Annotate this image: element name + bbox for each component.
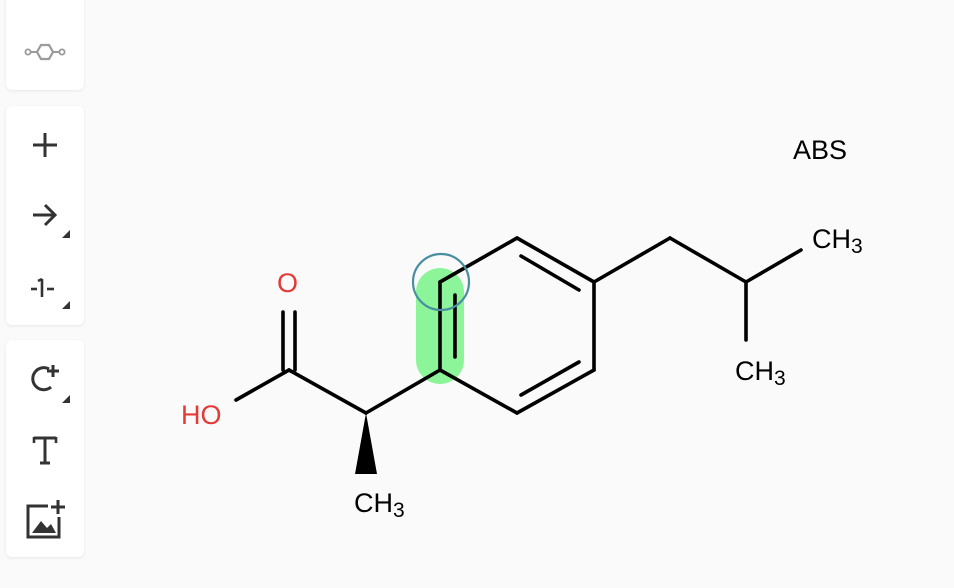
drawing-canvas[interactable]: O HO CH3 CH3 CH3 ABS	[0, 0, 954, 588]
methyl-label-right-bottom[interactable]: CH3	[735, 356, 786, 390]
double-bond-inner	[519, 360, 581, 397]
ring-bond[interactable]	[438, 236, 519, 284]
chain-bond[interactable]	[592, 236, 672, 284]
double-bond-inner	[519, 254, 581, 292]
c-oh-bond[interactable]	[234, 368, 291, 402]
oxygen-atom-label[interactable]: O	[277, 268, 298, 298]
stereo-wedge-bond[interactable]	[355, 413, 377, 474]
chain-bond[interactable]	[744, 248, 803, 284]
chain-bond[interactable]	[287, 368, 368, 415]
ring-bond[interactable]	[438, 368, 519, 415]
stereo-flag-label: ABS	[793, 135, 847, 165]
methyl-label-bottom[interactable]: CH3	[354, 488, 405, 522]
hydroxyl-atom-label[interactable]: HO	[181, 400, 222, 430]
bonds	[234, 236, 803, 415]
methyl-label-right-top[interactable]: CH3	[812, 224, 863, 258]
chain-bond[interactable]	[668, 236, 748, 284]
chain-bond[interactable]	[364, 368, 442, 415]
